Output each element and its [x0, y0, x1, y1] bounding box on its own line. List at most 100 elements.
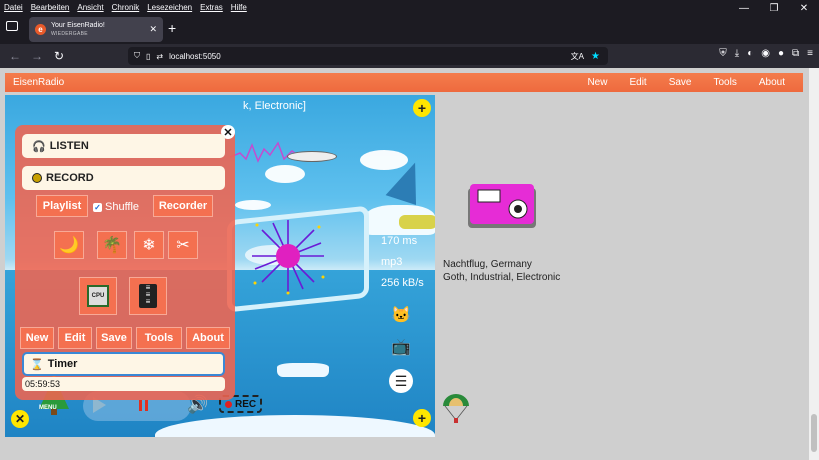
- snowflake-icon[interactable]: ❄: [134, 231, 164, 259]
- reload-icon[interactable]: ↻: [48, 49, 70, 63]
- listen-button[interactable]: 🎧 LISTEN: [22, 134, 225, 158]
- tab-strip: e Your EisenRadio! WIEDERGABE ✕: [0, 14, 819, 44]
- app-header: EisenRadio New Edit Save Tools About: [5, 73, 803, 92]
- nav-save[interactable]: Save: [669, 77, 692, 88]
- blocklist-button[interactable]: ≡ ≡ ≡: [129, 277, 167, 315]
- blimp-graphic: [287, 151, 337, 162]
- shuffle-label: Shuffle: [105, 201, 140, 213]
- record-button[interactable]: RECORD: [22, 166, 225, 190]
- nav-new[interactable]: New: [587, 77, 607, 88]
- parachute-icon[interactable]: [441, 394, 471, 424]
- playlist-button[interactable]: Playlist: [36, 195, 88, 217]
- list-icon[interactable]: ☰: [389, 369, 413, 393]
- ice-floe: [277, 363, 329, 377]
- browser-tab[interactable]: e Your EisenRadio! WIEDERGABE ✕: [29, 17, 163, 42]
- nav-edit[interactable]: Edit: [629, 77, 646, 88]
- recorder-button[interactable]: Recorder: [153, 195, 213, 217]
- menu-hilfe[interactable]: Hilfe: [231, 3, 247, 12]
- nav-tools[interactable]: Tools: [714, 77, 737, 88]
- record-dot-icon: [225, 400, 232, 408]
- overlay-tools-button[interactable]: Tools: [136, 327, 182, 349]
- pocket-icon[interactable]: ⛨: [719, 48, 727, 59]
- new-tab-icon[interactable]: +: [168, 21, 176, 35]
- radio-station-image[interactable]: [468, 182, 538, 230]
- tab-title: Your EisenRadio!: [51, 21, 105, 29]
- downloads-icon[interactable]: ⤓: [735, 48, 739, 59]
- shuffle-checkbox[interactable]: ✓ Shuffle: [93, 201, 139, 213]
- app-nav: New Edit Save Tools About: [587, 77, 803, 88]
- permissions-icon[interactable]: ⇄: [156, 52, 163, 61]
- back-icon[interactable]: ←: [4, 49, 26, 63]
- sync-icon[interactable]: ◐: [747, 48, 753, 59]
- menu-extras[interactable]: Extras: [200, 3, 223, 12]
- menu-datei[interactable]: Datei: [4, 3, 23, 12]
- menu-hamburger-icon[interactable]: ≡: [807, 48, 813, 59]
- menu-bearbeiten[interactable]: Bearbeiten: [31, 3, 70, 12]
- station-info: Nachtflug, Germany Goth, Industrial, Ele…: [443, 258, 560, 284]
- url-bar[interactable]: ⛉ ▯ ⇄ localhost:5050 文A ★: [128, 47, 608, 65]
- timer-label: Timer: [47, 358, 78, 370]
- bookmark-star-icon[interactable]: ★: [591, 51, 600, 62]
- cloud: [235, 200, 271, 210]
- tv-icon[interactable]: 📺: [389, 335, 413, 359]
- translate-icon[interactable]: 文A: [571, 51, 584, 62]
- cpu-button[interactable]: CPU: [79, 277, 117, 315]
- stream-stats: 170 ms mp3 256 kB/s: [381, 231, 424, 294]
- tab-subtitle: WIEDERGABE: [51, 30, 88, 37]
- close-tab-icon[interactable]: ✕: [149, 24, 157, 35]
- overlay-save-button[interactable]: Save: [96, 327, 132, 349]
- url-text[interactable]: localhost:5050: [169, 52, 221, 61]
- headphones-icon: 🎧: [32, 140, 46, 153]
- overlay-menu: ✕ 🎧 LISTEN RECORD Playlist ✓ Shuffle Rec…: [15, 125, 235, 400]
- page-scrollbar[interactable]: [809, 68, 819, 460]
- page-content: EisenRadio New Edit Save Tools About k, …: [0, 68, 809, 460]
- eisenradio-favicon-icon: e: [35, 24, 46, 35]
- station-genre: Goth, Industrial, Electronic: [443, 272, 561, 283]
- bitrate-value: 256 kB/s: [381, 277, 424, 289]
- scissors-icon[interactable]: ✂: [168, 231, 198, 259]
- forward-icon[interactable]: →: [26, 49, 48, 63]
- menu-lesezeichen[interactable]: Lesezeichen: [147, 3, 192, 12]
- extension-color-icon[interactable]: ●: [778, 48, 784, 59]
- record-icon: [32, 173, 42, 183]
- latency-value: 170 ms: [381, 235, 418, 247]
- menu-label[interactable]: MENU: [39, 405, 57, 411]
- record-label: RECORD: [46, 172, 94, 184]
- cat-icon[interactable]: 🐱: [389, 303, 413, 327]
- cloud: [265, 165, 305, 183]
- add-plus-icon[interactable]: +: [413, 99, 431, 117]
- overlay-new-button[interactable]: New: [20, 327, 54, 349]
- tab-list-icon[interactable]: [6, 21, 18, 31]
- rec-label: REC: [235, 398, 257, 410]
- extensions-icon[interactable]: ⧉: [792, 48, 799, 59]
- menu-ansicht[interactable]: Ansicht: [77, 3, 103, 12]
- timer-value: 05:59:53: [22, 377, 225, 391]
- palm-tree-icon[interactable]: 🌴: [97, 231, 127, 259]
- biplane-graphic: [399, 215, 435, 229]
- station-title-peek: k, Electronic]: [243, 100, 306, 112]
- cpu-icon: CPU: [87, 285, 109, 307]
- nav-about[interactable]: About: [759, 77, 785, 88]
- moon-icon[interactable]: 🌙: [54, 231, 84, 259]
- overlay-about-button[interactable]: About: [186, 327, 230, 349]
- navigation-bar: ← → ↻ ⛉ ▯ ⇄ localhost:5050 文A ★ ⛨ ⤓ ◐ ◉ …: [0, 44, 819, 68]
- overlay-edit-button[interactable]: Edit: [58, 327, 92, 349]
- menu-chronik[interactable]: Chronik: [112, 3, 140, 12]
- page-icon: ▯: [146, 51, 151, 61]
- blocklist-icon: ≡ ≡ ≡: [139, 284, 157, 308]
- listen-label: LISTEN: [49, 140, 89, 152]
- checkbox-icon[interactable]: ✓: [93, 202, 102, 212]
- close-circle-icon[interactable]: ✕: [11, 410, 29, 428]
- add-plus-icon[interactable]: +: [413, 409, 431, 427]
- scrollbar-thumb[interactable]: [811, 414, 817, 452]
- shield-icon[interactable]: ⛉: [134, 51, 140, 61]
- radio-scene: k, Electronic] 170 ms mp3 256 kB/s + + 🐱…: [5, 95, 435, 437]
- toolbar-right: ⛨ ⤓ ◐ ◉ ● ⧉ ≡: [719, 48, 813, 59]
- account-icon[interactable]: ◉: [761, 48, 770, 59]
- timer-button[interactable]: ⌛ Timer: [22, 352, 225, 376]
- pause-icon[interactable]: [139, 400, 148, 411]
- firework-graphic: [252, 220, 325, 295]
- hourglass-icon: ⌛: [30, 358, 44, 371]
- app-brand[interactable]: EisenRadio: [5, 77, 64, 88]
- browser-menubar: Datei Bearbeiten Ansicht Chronik Lesezei…: [0, 0, 819, 14]
